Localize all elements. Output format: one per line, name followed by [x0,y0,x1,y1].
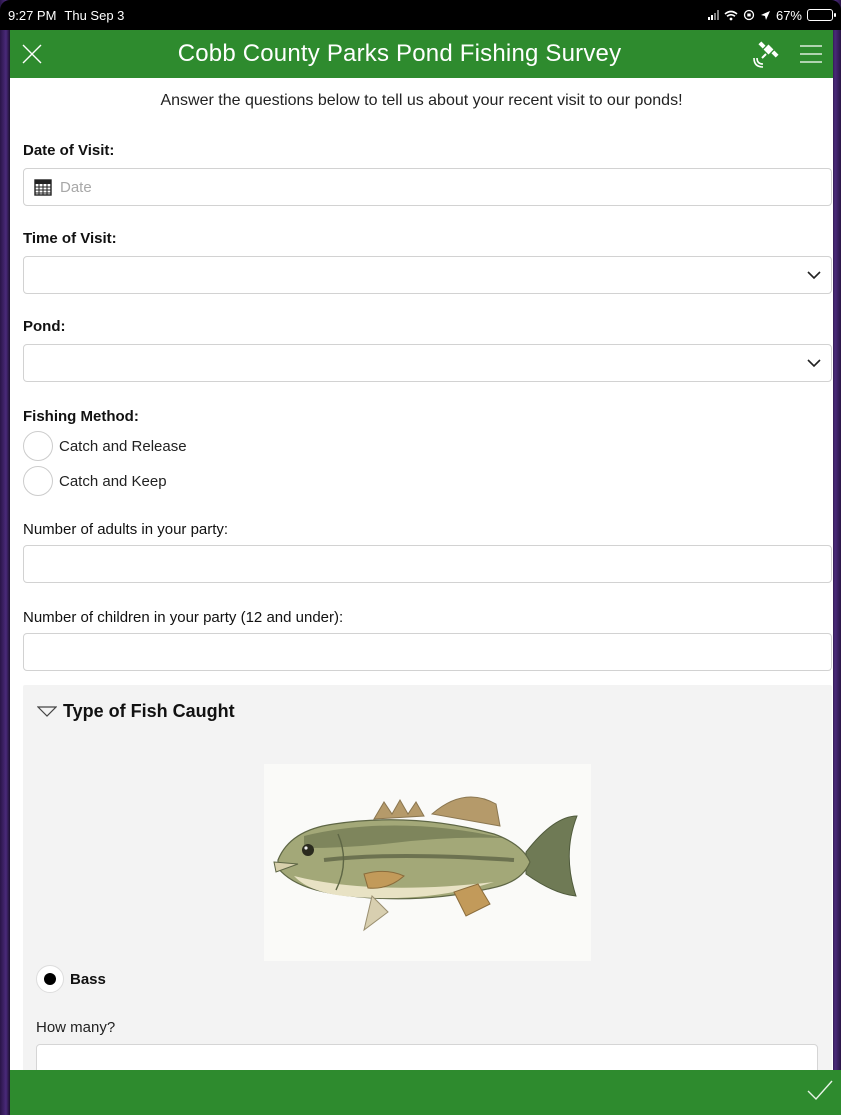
radio-catch-keep[interactable]: Catch and Keep [23,466,167,496]
status-time: 9:27 PM [8,7,57,23]
radio-button[interactable] [23,431,53,461]
submit-button[interactable] [807,1079,833,1106]
menu-button[interactable] [789,30,833,78]
radio-catch-release[interactable]: Catch and Release [23,431,187,461]
date-field[interactable]: Date [23,168,832,206]
fish-group: Type of Fish Caught Bass How many? [23,685,832,1070]
adults-label: Number of adults in your party: [23,521,229,538]
pond-select[interactable] [23,344,832,382]
chevron-down-icon [807,270,821,279]
date-label: Date of Visit: [23,142,115,159]
bass-fish-illustration [273,796,578,932]
time-select[interactable] [23,256,832,294]
triangle-down-icon [37,705,57,717]
radio-button[interactable] [23,466,53,496]
radio-label: Catch and Release [59,437,187,455]
checkmark-icon [807,1080,833,1101]
hamburger-menu-icon [800,45,822,63]
status-date: Thu Sep 3 [64,7,125,23]
orientation-lock-icon [743,9,755,21]
device-bezel-left [0,0,10,1115]
page-title: Cobb County Parks Pond Fishing Survey [177,40,622,67]
radio-button-selected[interactable] [36,965,64,993]
children-input[interactable] [23,633,832,671]
wifi-icon [724,10,738,20]
battery-percent: 67% [775,7,802,23]
how-many-label: How many? [36,1019,116,1036]
date-placeholder: Date [60,178,92,196]
pond-label: Pond: [23,318,66,335]
radio-bass[interactable]: Bass [36,965,106,993]
adults-input[interactable] [23,545,832,583]
fish-group-title: Type of Fish Caught [63,701,235,721]
intro-text: Answer the questions below to tell us ab… [160,92,683,109]
fishing-method-label: Fishing Method: [23,408,139,425]
time-label: Time of Visit: [23,230,117,247]
children-label: Number of children in your party (12 and… [23,609,344,626]
calendar-icon [34,179,52,196]
gps-button[interactable] [745,30,789,78]
battery-icon [807,9,836,21]
bass-label: Bass [70,970,106,988]
close-icon [22,44,42,64]
how-many-input[interactable] [36,1044,818,1070]
survey-form: Answer the questions below to tell us ab… [10,78,833,1070]
footer-bar [10,1070,841,1115]
fish-group-header[interactable]: Type of Fish Caught [37,701,235,722]
close-button[interactable] [10,30,54,78]
chevron-down-icon [807,358,821,367]
app-header: Cobb County Parks Pond Fishing Survey [10,30,833,78]
status-bar: 9:27 PM Thu Sep 3 67% [0,0,841,30]
radio-label: Catch and Keep [59,472,167,490]
satellite-icon [753,41,779,68]
bass-image [264,764,591,961]
location-arrow-icon [760,10,770,20]
signal-icon [707,10,719,20]
